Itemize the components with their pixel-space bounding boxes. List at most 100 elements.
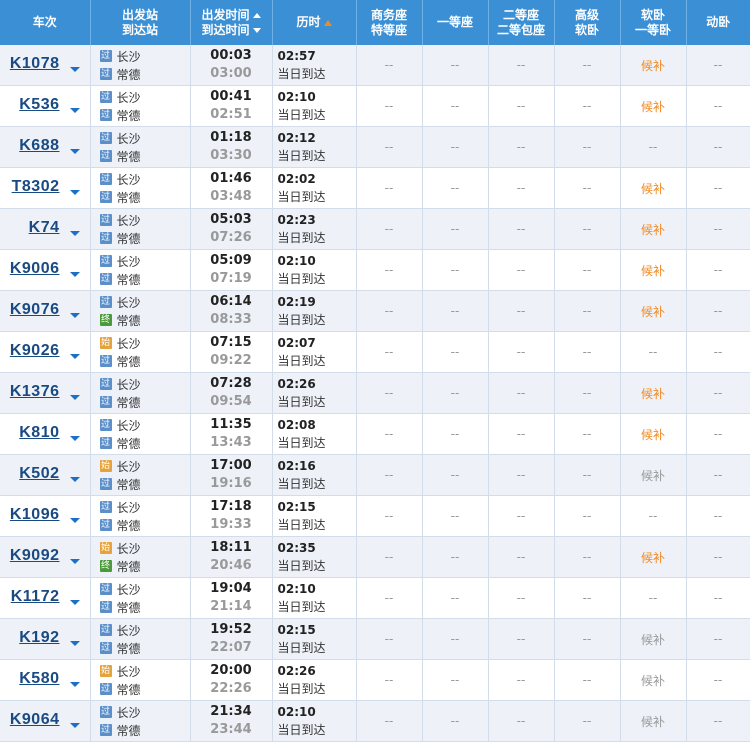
expand-caret-icon[interactable] <box>69 272 80 277</box>
table-row[interactable]: K502 始 长沙 过 常德 17:00 19:16 02:16 当日到达 --… <box>0 454 750 496</box>
expand-caret-icon[interactable] <box>69 231 80 236</box>
expand-caret-icon[interactable] <box>69 108 80 113</box>
train-cell[interactable]: K9092 <box>0 536 91 578</box>
header-time-top[interactable]: 出发时间 <box>201 8 249 22</box>
train-number-link[interactable]: K9092 <box>10 547 60 565</box>
expand-caret-icon[interactable] <box>69 190 80 195</box>
train-number-link[interactable]: K1078 <box>10 55 60 73</box>
seat-business: -- <box>356 208 423 250</box>
table-row[interactable]: K580 始 长沙 过 常德 20:00 22:26 02:26 当日到达 --… <box>0 659 750 701</box>
train-cell[interactable]: K9076 <box>0 290 91 332</box>
train-number-link[interactable]: K810 <box>19 424 59 442</box>
train-number-link[interactable]: K502 <box>19 465 59 483</box>
seat-soft-sleeper[interactable]: 候补 <box>620 454 687 496</box>
expand-caret-icon[interactable] <box>69 641 80 646</box>
train-cell[interactable]: K9026 <box>0 331 91 373</box>
train-cell[interactable]: K1096 <box>0 495 91 537</box>
seat-soft-sleeper[interactable]: -- <box>620 495 687 537</box>
seat-soft-sleeper[interactable]: 候补 <box>620 659 687 701</box>
expand-caret-icon[interactable] <box>69 354 80 359</box>
seat-soft-sleeper[interactable]: 候补 <box>620 413 687 455</box>
arrival-time: 19:16 <box>210 476 252 491</box>
time-cell: 07:15 09:22 <box>190 331 273 373</box>
expand-caret-icon[interactable] <box>69 477 80 482</box>
table-row[interactable]: K688 过 长沙 过 常德 01:18 03:30 02:12 当日到达 --… <box>0 126 750 168</box>
table-row[interactable]: K536 过 长沙 过 常德 00:41 02:51 02:10 当日到达 --… <box>0 85 750 127</box>
seat-soft-sleeper[interactable]: -- <box>620 126 687 168</box>
seat-soft-sleeper[interactable]: 候补 <box>620 290 687 332</box>
train-number-link[interactable]: K74 <box>29 219 60 237</box>
seat-soft-sleeper[interactable]: 候补 <box>620 167 687 209</box>
train-cell[interactable]: K1376 <box>0 372 91 414</box>
seat-soft-sleeper[interactable]: 候补 <box>620 372 687 414</box>
header-first-label: 一等座 <box>436 15 473 29</box>
header-time[interactable]: 出发时间 到达时间 <box>190 0 273 45</box>
train-cell[interactable]: K9006 <box>0 249 91 291</box>
seat-soft-sleeper[interactable]: 候补 <box>620 536 687 578</box>
table-row[interactable]: K1078 过 长沙 过 常德 00:03 03:00 02:57 当日到达 -… <box>0 45 750 86</box>
train-number-link[interactable]: K1096 <box>10 506 60 524</box>
train-number-link[interactable]: K1376 <box>10 383 60 401</box>
table-row[interactable]: K9064 过 长沙 过 常德 21:34 23:44 02:10 当日到达 -… <box>0 700 750 742</box>
seat-soft-sleeper[interactable]: 候补 <box>620 618 687 660</box>
table-row[interactable]: K1376 过 长沙 过 常德 07:28 09:54 02:26 当日到达 -… <box>0 372 750 414</box>
table-row[interactable]: K1172 过 长沙 过 常德 19:04 21:14 02:10 当日到达 -… <box>0 577 750 619</box>
seat-soft-sleeper[interactable]: 候补 <box>620 208 687 250</box>
expand-caret-icon[interactable] <box>69 67 80 72</box>
seat-soft-sleeper[interactable]: -- <box>620 331 687 373</box>
train-number-link[interactable]: K9064 <box>10 711 60 729</box>
seat-soft-sleeper[interactable]: 候补 <box>620 85 687 127</box>
train-cell[interactable]: T8302 <box>0 167 91 209</box>
train-number-link[interactable]: K9076 <box>10 301 60 319</box>
sort-up-icon[interactable] <box>252 12 261 18</box>
expand-caret-icon[interactable] <box>69 436 80 441</box>
table-row[interactable]: K1096 过 长沙 过 常德 17:18 19:33 02:15 当日到达 -… <box>0 495 750 537</box>
expand-caret-icon[interactable] <box>69 149 80 154</box>
sort-down-icon[interactable] <box>252 27 261 33</box>
train-cell[interactable]: K810 <box>0 413 91 455</box>
train-cell[interactable]: K536 <box>0 85 91 127</box>
expand-caret-icon[interactable] <box>69 682 80 687</box>
train-cell[interactable]: K192 <box>0 618 91 660</box>
train-cell[interactable]: K502 <box>0 454 91 496</box>
header-duration-label[interactable]: 历时 <box>296 15 320 29</box>
table-row[interactable]: K810 过 长沙 过 常德 11:35 13:43 02:08 当日到达 --… <box>0 413 750 455</box>
table-row[interactable]: K192 过 长沙 过 常德 19:52 22:07 02:15 当日到达 --… <box>0 618 750 660</box>
duration-value: 02:12 <box>277 131 316 145</box>
header-duration[interactable]: 历时 <box>272 0 357 45</box>
expand-caret-icon[interactable] <box>69 559 80 564</box>
train-cell[interactable]: K9064 <box>0 700 91 742</box>
expand-caret-icon[interactable] <box>69 395 80 400</box>
train-number-link[interactable]: T8302 <box>12 178 60 196</box>
table-row[interactable]: K9092 始 长沙 终 常德 18:11 20:46 02:35 当日到达 -… <box>0 536 750 578</box>
train-number-link[interactable]: K580 <box>19 670 59 688</box>
expand-caret-icon[interactable] <box>69 518 80 523</box>
table-row[interactable]: K74 过 长沙 过 常德 05:03 07:26 02:23 当日到达 -- … <box>0 208 750 250</box>
train-number-link[interactable]: K9006 <box>10 260 60 278</box>
train-number-link[interactable]: K688 <box>19 137 59 155</box>
train-cell[interactable]: K1078 <box>0 45 91 86</box>
train-cell[interactable]: K688 <box>0 126 91 168</box>
train-cell[interactable]: K580 <box>0 659 91 701</box>
seat-premium-soft: -- <box>554 618 621 660</box>
train-number-link[interactable]: K536 <box>19 96 59 114</box>
seat-soft-sleeper[interactable]: 候补 <box>620 45 687 86</box>
seat-soft-sleeper[interactable]: -- <box>620 577 687 619</box>
header-time-bottom[interactable]: 到达时间 <box>201 23 249 37</box>
train-cell[interactable]: K74 <box>0 208 91 250</box>
train-number-link[interactable]: K1172 <box>11 588 60 606</box>
train-number-link[interactable]: K192 <box>19 629 59 647</box>
train-cell[interactable]: K1172 <box>0 577 91 619</box>
expand-caret-icon[interactable] <box>69 313 80 318</box>
expand-caret-icon[interactable] <box>69 723 80 728</box>
seat-soft-sleeper[interactable]: 候补 <box>620 700 687 742</box>
expand-caret-icon[interactable] <box>69 600 80 605</box>
sort-duration-icon[interactable] <box>323 19 332 26</box>
seat-premium-soft: -- <box>554 700 621 742</box>
table-row[interactable]: K9006 过 长沙 过 常德 05:09 07:19 02:10 当日到达 -… <box>0 249 750 291</box>
seat-soft-sleeper[interactable]: 候补 <box>620 249 687 291</box>
table-row[interactable]: K9076 过 长沙 终 常德 06:14 08:33 02:19 当日到达 -… <box>0 290 750 332</box>
table-row[interactable]: K9026 始 长沙 过 常德 07:15 09:22 02:07 当日到达 -… <box>0 331 750 373</box>
train-number-link[interactable]: K9026 <box>10 342 60 360</box>
table-row[interactable]: T8302 过 长沙 过 常德 01:46 03:48 02:02 当日到达 -… <box>0 167 750 209</box>
